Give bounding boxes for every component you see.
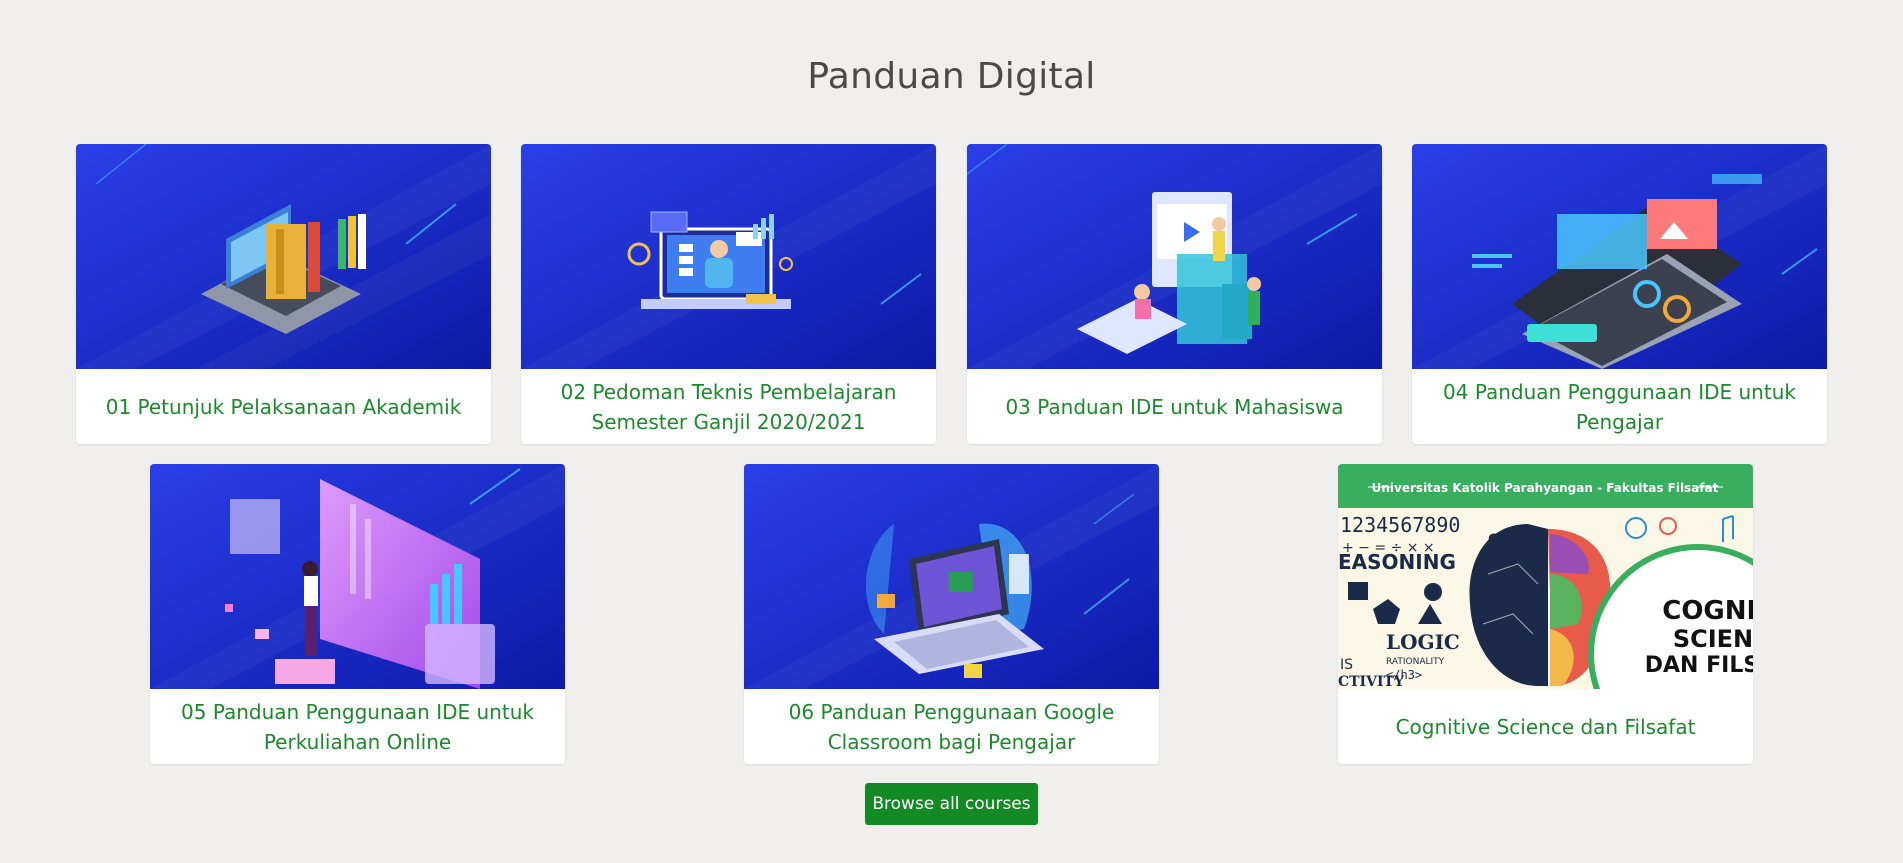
- course-title-06[interactable]: 06 Panduan Penggunaan Google Classroom b…: [754, 689, 1149, 764]
- students-video-illustration: [967, 144, 1382, 369]
- course-title-02[interactable]: 02 Pedoman Teknis Pembelajaran Semester …: [531, 369, 926, 444]
- course-thumbnail-07[interactable]: Universitas Katolik Parahyangan - Fakult…: [1338, 464, 1753, 689]
- course-thumbnail-02[interactable]: [521, 144, 936, 369]
- svg-text:+ − = ÷ × ×: + − = ÷ × ×: [1342, 540, 1435, 556]
- course-thumbnail-06[interactable]: [744, 464, 1159, 689]
- course-banner-text: Universitas Katolik Parahyangan - Fakult…: [1372, 481, 1719, 495]
- course-card-04[interactable]: 04 Panduan Penggunaan IDE untuk Pengajar: [1412, 144, 1827, 444]
- course-title-07[interactable]: Cognitive Science dan Filsafat: [1348, 689, 1743, 764]
- svg-text:IS: IS: [1340, 657, 1353, 673]
- presenter-charts-illustration: [150, 464, 565, 689]
- course-title-05[interactable]: 05 Panduan Penggunaan IDE untuk Perkulia…: [160, 689, 555, 764]
- course-title-04[interactable]: 04 Panduan Penggunaan IDE untuk Pengajar: [1422, 369, 1817, 444]
- google-classroom-laptop-illustration: [744, 464, 1159, 689]
- laptop-dashboard-illustration: [1412, 144, 1827, 369]
- course-card-05[interactable]: 05 Panduan Penggunaan IDE untuk Perkulia…: [150, 464, 565, 764]
- course-card-07[interactable]: Universitas Katolik Parahyangan - Fakult…: [1338, 464, 1753, 764]
- course-thumbnail-03[interactable]: [967, 144, 1382, 369]
- svg-text:SCIENCE: SCIENCE: [1673, 625, 1753, 653]
- course-title-01[interactable]: 01 Petunjuk Pelaksanaan Akademik: [86, 369, 481, 444]
- svg-text:COGNITIV: COGNITIV: [1662, 596, 1753, 626]
- course-card-03[interactable]: 03 Panduan IDE untuk Mahasiswa: [967, 144, 1382, 444]
- svg-text:1234567890: 1234567890: [1340, 513, 1460, 537]
- brain-doodle-illustration: Universitas Katolik Parahyangan - Fakult…: [1338, 464, 1753, 689]
- course-thumbnail-01[interactable]: [76, 144, 491, 369]
- section-title: Panduan Digital: [807, 56, 1096, 97]
- laptop-books-illustration: [76, 144, 491, 369]
- svg-text:DAN FILSAF: DAN FILSAF: [1645, 653, 1753, 678]
- course-thumbnail-04[interactable]: [1412, 144, 1827, 369]
- course-card-02[interactable]: 02 Pedoman Teknis Pembelajaran Semester …: [521, 144, 936, 444]
- course-card-06[interactable]: 06 Panduan Penggunaan Google Classroom b…: [744, 464, 1159, 764]
- online-teacher-illustration: [521, 144, 936, 369]
- svg-text:LOGIC: LOGIC: [1386, 630, 1460, 654]
- course-thumbnail-05[interactable]: [150, 464, 565, 689]
- course-title-03[interactable]: 03 Panduan IDE untuk Mahasiswa: [977, 369, 1372, 444]
- svg-text:CTIVITY: CTIVITY: [1338, 674, 1405, 689]
- course-card-01[interactable]: 01 Petunjuk Pelaksanaan Akademik: [76, 144, 491, 444]
- svg-text:RATIONALITY: RATIONALITY: [1386, 657, 1445, 667]
- browse-all-courses-button[interactable]: Browse all courses: [865, 783, 1038, 825]
